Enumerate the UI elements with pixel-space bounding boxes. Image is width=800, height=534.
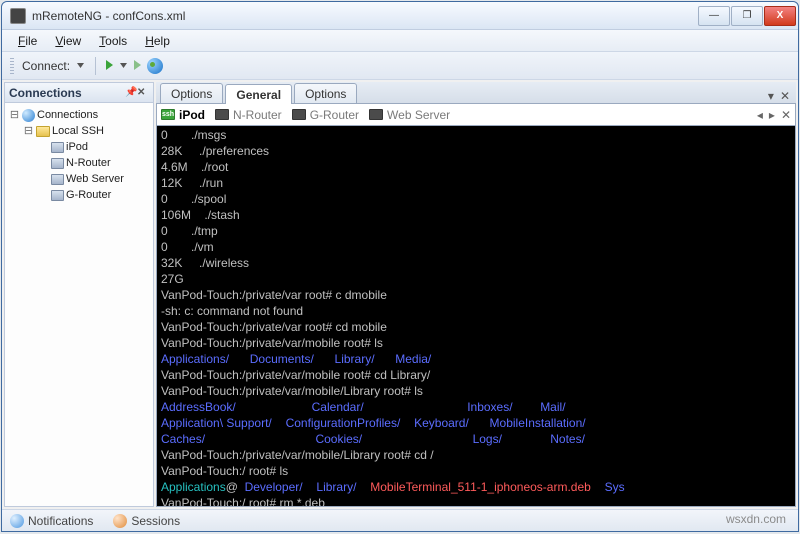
- tab-close-icon[interactable]: ✕: [780, 89, 790, 103]
- maximize-button[interactable]: ❐: [731, 6, 763, 26]
- conn-tab-webserver[interactable]: Web Server: [369, 108, 450, 122]
- window-title: mRemoteNG - confCons.xml: [32, 9, 698, 23]
- connection-tabbar: sshiPod N-Router G-Router Web Server ◂ ▸…: [156, 104, 796, 126]
- tree-root[interactable]: ⊟ Connections: [7, 107, 151, 123]
- host-icon: [51, 190, 64, 201]
- connections-tree[interactable]: ⊟ Connections ⊟ Local SSH iPod N-Router: [5, 103, 153, 506]
- terminal[interactable]: 0 ./msgs 28K ./preferences 4.6M ./root 1…: [156, 126, 796, 507]
- separator-icon: [95, 57, 96, 75]
- conn-tab-close-icon[interactable]: ✕: [781, 108, 791, 122]
- folder-icon: [36, 126, 50, 137]
- ssh-icon: ssh: [161, 109, 175, 120]
- globe-icon[interactable]: [147, 58, 163, 74]
- play-alt-icon[interactable]: [134, 59, 141, 73]
- menubar: File View Tools Help: [2, 30, 798, 52]
- tab-options-left[interactable]: Options: [160, 83, 223, 103]
- app-window: mRemoteNG - confCons.xml — ❐ X File View…: [1, 1, 799, 532]
- tree-group-local-ssh[interactable]: ⊟ Local SSH: [7, 123, 151, 139]
- pin-icon[interactable]: 📌: [125, 87, 137, 99]
- sessions-icon: [113, 514, 127, 528]
- play-icon[interactable]: [106, 59, 113, 73]
- tree-item-ipod[interactable]: iPod: [7, 139, 151, 155]
- menu-help[interactable]: Help: [137, 32, 178, 50]
- watermark: wsxdn.com: [726, 512, 786, 526]
- ssh-icon: [292, 109, 306, 120]
- toolbar-grip-icon[interactable]: [10, 58, 14, 74]
- conn-tab-prev-icon[interactable]: ◂: [757, 108, 763, 122]
- tab-dropdown-icon[interactable]: ▾: [768, 89, 774, 103]
- statusbar: Notifications Sessions: [2, 509, 798, 531]
- connect-label: Connect:: [22, 59, 70, 73]
- close-panel-icon[interactable]: ✕: [137, 87, 149, 99]
- connections-panel: Connections 📌 ✕ ⊟ Connections ⊟ Local SS…: [4, 82, 154, 507]
- connections-panel-header[interactable]: Connections 📌 ✕: [5, 83, 153, 103]
- connections-root-icon: [22, 109, 35, 122]
- close-button[interactable]: X: [764, 6, 796, 26]
- tree-item-nrouter[interactable]: N-Router: [7, 155, 151, 171]
- host-icon: [51, 142, 64, 153]
- play-dropdown-icon[interactable]: [119, 61, 128, 70]
- tabstrip: Options General Options ▾ ✕: [156, 82, 796, 104]
- menu-file[interactable]: File: [10, 32, 45, 50]
- conn-tab-grouter[interactable]: G-Router: [292, 108, 359, 122]
- menu-view[interactable]: View: [47, 32, 89, 50]
- ssh-icon: [369, 109, 383, 120]
- app-icon: [10, 8, 26, 24]
- toolbar: Connect:: [2, 52, 798, 80]
- conn-tab-nrouter[interactable]: N-Router: [215, 108, 282, 122]
- tree-item-webserver[interactable]: Web Server: [7, 171, 151, 187]
- ssh-icon: [215, 109, 229, 120]
- tree-item-grouter[interactable]: G-Router: [7, 187, 151, 203]
- content-area: Options General Options ▾ ✕ sshiPod N-Ro…: [156, 82, 796, 507]
- conn-tab-next-icon[interactable]: ▸: [769, 108, 775, 122]
- conn-tab-ipod[interactable]: sshiPod: [161, 108, 205, 122]
- host-icon: [51, 158, 64, 169]
- notifications-icon: [10, 514, 24, 528]
- menu-tools[interactable]: Tools: [91, 32, 135, 50]
- titlebar[interactable]: mRemoteNG - confCons.xml — ❐ X: [2, 2, 798, 30]
- workspace: Connections 📌 ✕ ⊟ Connections ⊟ Local SS…: [2, 80, 798, 509]
- status-notifications[interactable]: Notifications: [10, 514, 93, 528]
- status-sessions[interactable]: Sessions: [113, 514, 180, 528]
- panel-title: Connections: [9, 86, 82, 100]
- minimize-button[interactable]: —: [698, 6, 730, 26]
- connect-dropdown-icon[interactable]: [76, 61, 85, 70]
- tab-options-right[interactable]: Options: [294, 83, 357, 103]
- host-icon: [51, 174, 64, 185]
- tab-general[interactable]: General: [225, 84, 292, 104]
